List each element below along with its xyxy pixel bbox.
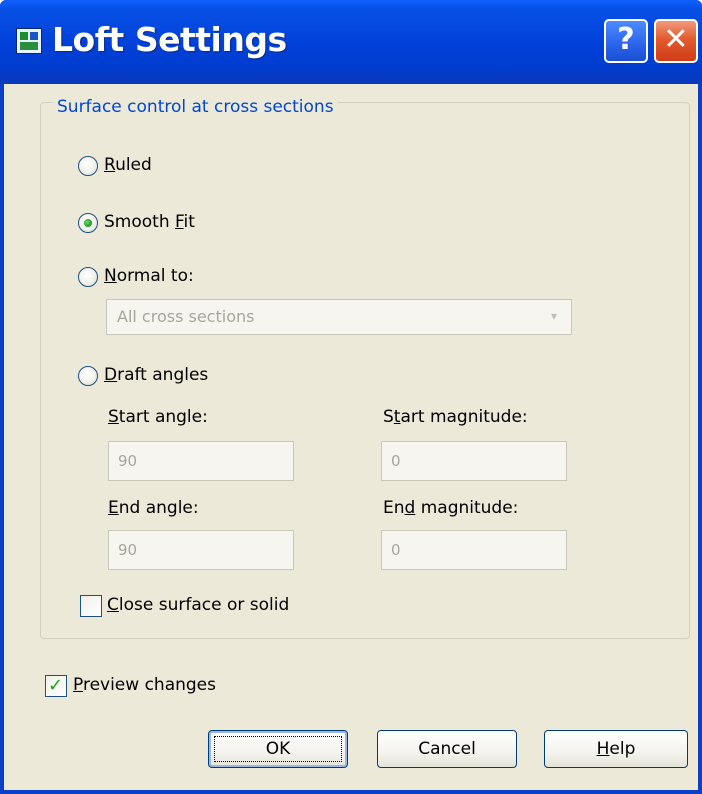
start-magnitude-label: Start magnitude: xyxy=(383,407,528,427)
start-magnitude-input[interactable]: 0 xyxy=(381,441,567,481)
smooth-fit-radio[interactable] xyxy=(78,213,98,233)
help-icon[interactable]: ? xyxy=(604,19,648,63)
end-magnitude-value: 0 xyxy=(391,541,401,559)
normal-to-label[interactable]: Normal to: xyxy=(104,266,194,286)
preview-changes-checkbox[interactable]: ✓ xyxy=(45,675,67,697)
title-bar[interactable]: Loft Settings ? ✕ xyxy=(0,0,702,84)
ok-button[interactable]: OK xyxy=(208,730,348,768)
normal-to-radio[interactable] xyxy=(78,267,98,287)
draft-angles-radio[interactable] xyxy=(78,366,98,386)
focus-rectangle xyxy=(214,736,342,762)
app-icon-part xyxy=(20,32,28,40)
start-angle-value: 90 xyxy=(118,452,138,470)
preview-changes-label[interactable]: Preview changes xyxy=(73,675,216,695)
cancel-button[interactable]: Cancel xyxy=(377,730,517,768)
close-surface-label[interactable]: Close surface or solid xyxy=(107,595,289,615)
end-magnitude-label: End magnitude: xyxy=(383,498,519,518)
start-angle-label: Start angle: xyxy=(108,407,208,427)
close-surface-checkbox[interactable] xyxy=(80,595,102,617)
smooth-fit-label[interactable]: Smooth Fit xyxy=(104,212,195,232)
group-title: Surface control at cross sections xyxy=(53,97,338,117)
loft-settings-window: Loft Settings ? ✕ Surface control at cro… xyxy=(0,0,702,794)
start-magnitude-value: 0 xyxy=(391,452,401,470)
end-angle-input[interactable]: 90 xyxy=(108,530,294,570)
window-bottom-border xyxy=(0,790,702,794)
normal-to-select[interactable]: All cross sections ▾ xyxy=(106,299,572,335)
help-button-label: Help xyxy=(596,739,636,759)
app-icon-part xyxy=(20,42,38,50)
help-button[interactable]: Help xyxy=(544,730,688,768)
start-angle-input[interactable]: 90 xyxy=(108,441,294,481)
draft-angles-label[interactable]: Draft angles xyxy=(104,365,208,385)
end-angle-label: End angle: xyxy=(108,498,199,518)
cancel-button-label: Cancel xyxy=(418,739,476,759)
normal-to-select-value: All cross sections xyxy=(117,307,255,326)
checkmark-icon: ✓ xyxy=(48,675,64,696)
chevron-down-icon[interactable]: ▾ xyxy=(539,302,569,332)
window-title: Loft Settings xyxy=(52,20,287,59)
end-angle-value: 90 xyxy=(118,541,138,559)
app-icon xyxy=(16,28,42,54)
end-magnitude-input[interactable]: 0 xyxy=(381,530,567,570)
close-icon[interactable]: ✕ xyxy=(654,19,698,63)
ruled-radio[interactable] xyxy=(78,156,98,176)
ruled-label[interactable]: Ruled xyxy=(104,155,152,175)
radio-selected-dot xyxy=(84,219,92,227)
app-icon-part xyxy=(30,32,38,40)
